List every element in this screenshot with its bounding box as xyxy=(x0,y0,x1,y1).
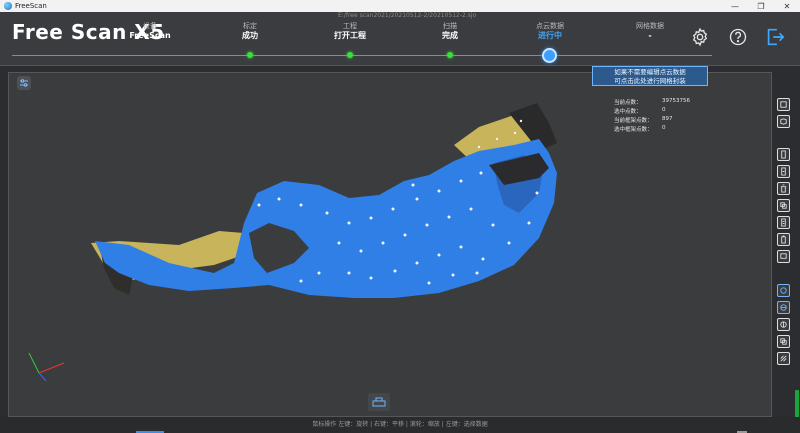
axis-gizmo xyxy=(28,352,65,382)
step-project[interactable]: 工程 打开工程 xyxy=(310,22,390,41)
sphere-icon[interactable] xyxy=(777,318,790,331)
title-bar: FreeScan — ❐ ✕ xyxy=(0,0,800,12)
window-title: FreeScan xyxy=(15,2,47,10)
step-done-dot xyxy=(347,52,353,58)
step-device[interactable]: 设备 FreeScan xyxy=(110,22,190,41)
header-bar: Free Scan X5 E:/free scan2021/20210512-2… xyxy=(0,12,800,66)
camera-view-button[interactable] xyxy=(368,393,390,411)
step-point-cloud[interactable]: 点云数据 进行中 xyxy=(510,22,590,41)
window-controls: — ❐ ✕ xyxy=(722,0,800,12)
step-active-dot xyxy=(542,48,557,63)
layers-icon[interactable] xyxy=(777,199,790,212)
mesh-hint-button[interactable]: 如果不需要编辑点云数据 可点击此处进行网格封装 xyxy=(592,66,708,86)
step-calibration[interactable]: 标定 成功 xyxy=(210,22,290,41)
gear-icon[interactable] xyxy=(689,26,711,48)
step-mesh[interactable]: 网格数据 - xyxy=(610,22,690,41)
export-icon[interactable] xyxy=(777,165,790,178)
freescan-logo-icon xyxy=(4,2,12,10)
scanner-icon xyxy=(372,397,386,407)
document-icon[interactable] xyxy=(777,216,790,229)
mouse-operation-hint: 鼠标操作 左键：旋转 | 右键：平移 | 滚轮：缩放 | 左键：选择数据 xyxy=(312,421,488,428)
delete-icon[interactable] xyxy=(777,182,790,195)
hatch-icon[interactable] xyxy=(777,352,790,365)
close-button[interactable]: ✕ xyxy=(774,0,800,12)
point-statistics: 当前点数： 39753756 选中点数： 0 当前框架点数： 897 选中框架点数： 0 xyxy=(614,98,690,133)
scan-surface xyxy=(95,139,557,298)
maximize-button[interactable]: ❐ xyxy=(748,0,774,12)
minimize-button[interactable]: — xyxy=(722,0,748,12)
filter-settings-button[interactable] xyxy=(17,76,31,90)
globe-icon[interactable] xyxy=(777,301,790,314)
clipboard-icon[interactable] xyxy=(777,233,790,246)
box-select-icon[interactable] xyxy=(777,115,790,128)
screen-icon[interactable] xyxy=(777,250,790,263)
copy-icon[interactable] xyxy=(777,335,790,348)
step-done-dot xyxy=(247,52,253,58)
step-done-dot xyxy=(447,52,453,58)
exit-icon[interactable] xyxy=(764,26,786,48)
import-icon[interactable] xyxy=(777,148,790,161)
rotate-view-icon[interactable] xyxy=(777,284,790,297)
step-scan[interactable]: 扫描 完成 xyxy=(410,22,490,41)
project-file-path: E:/free scan2021/20210512-2/20210512-2.s… xyxy=(338,12,477,19)
sliders-icon xyxy=(20,79,28,87)
workflow-progress-line xyxy=(12,55,712,56)
help-icon[interactable] xyxy=(727,26,749,48)
view-cube-icon[interactable] xyxy=(777,98,790,111)
